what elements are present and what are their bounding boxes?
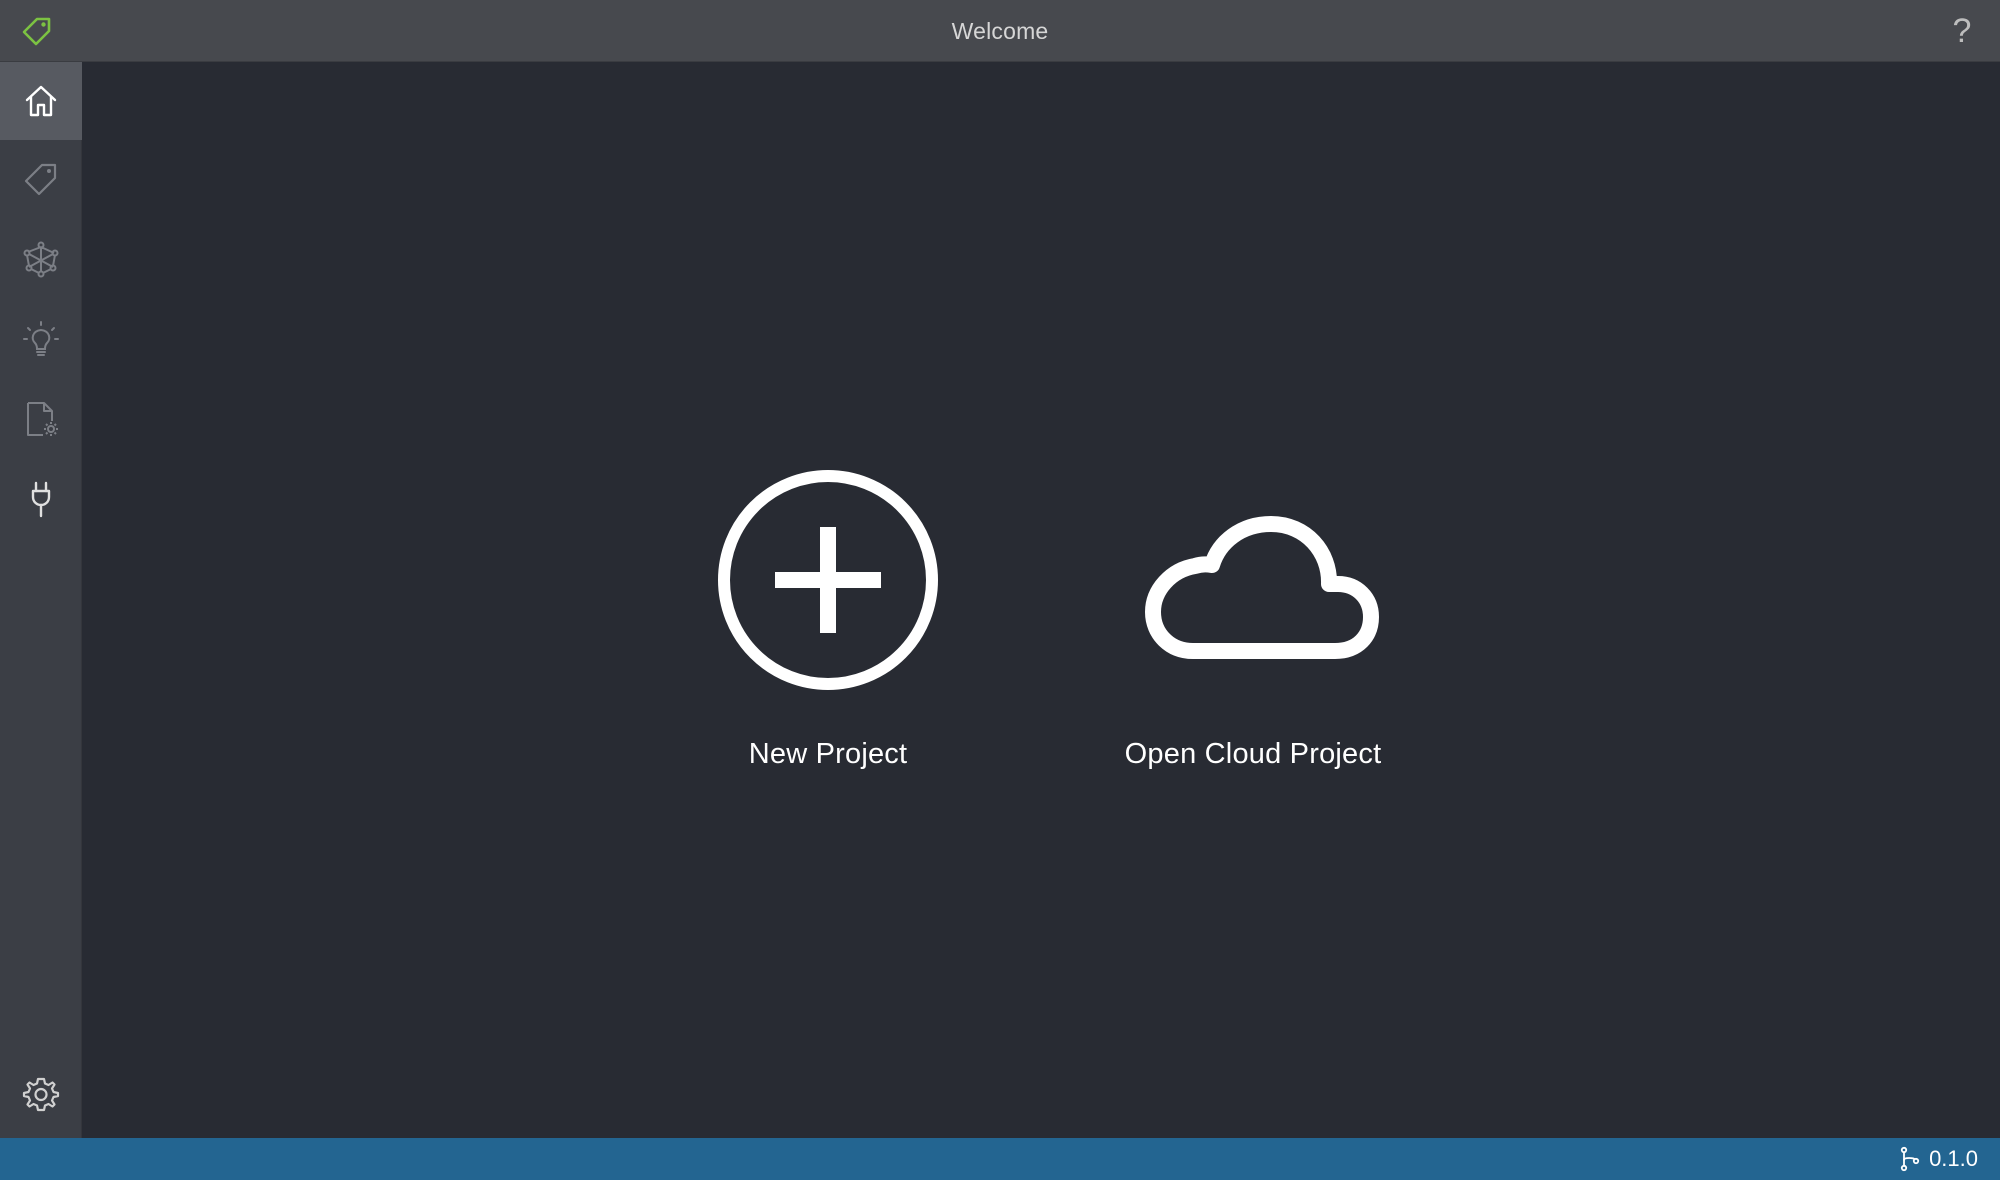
gear-icon — [22, 1077, 60, 1112]
lightbulb-icon — [23, 321, 59, 356]
sidebar-item-ideas[interactable] — [0, 300, 82, 378]
window-title: Welcome — [951, 18, 1049, 44]
git-branch-icon — [1900, 1146, 1920, 1172]
version-indicator[interactable]: 0.1.0 — [1899, 1138, 1978, 1180]
sidebar-item-tag[interactable] — [0, 140, 82, 218]
network-icon — [23, 241, 59, 278]
version-text: 0.1.0 — [1929, 1146, 1978, 1171]
new-project-button[interactable]: New Project — [678, 460, 978, 820]
file-settings-icon — [27, 402, 58, 436]
plug-icon — [31, 481, 51, 518]
sidebar-item-connections[interactable] — [0, 460, 82, 538]
new-project-label: New Project — [748, 738, 908, 770]
open-cloud-project-label: Open Cloud Project — [1124, 738, 1382, 770]
status-bar: 0.1.0 — [0, 1138, 2000, 1180]
sidebar-item-network[interactable] — [0, 220, 82, 298]
tag-icon — [24, 163, 57, 196]
sidebar-item-home[interactable] — [0, 62, 82, 140]
open-cloud-project-button[interactable]: Open Cloud Project — [1103, 460, 1403, 820]
sidebar-item-file-settings[interactable] — [0, 380, 82, 458]
welcome-panel: New Project Open Cloud Project — [82, 62, 2000, 1138]
app-window: Welcome ? New Project Open Cloud Project… — [0, 0, 2000, 1180]
sidebar — [0, 62, 82, 1138]
home-icon — [25, 85, 57, 117]
sidebar-item-settings[interactable] — [0, 1056, 82, 1134]
help-button[interactable]: ? — [1942, 10, 1982, 52]
title-bar: Welcome ? — [0, 0, 2000, 62]
plus-circle-icon — [718, 470, 938, 690]
cloud-icon — [1145, 516, 1379, 659]
